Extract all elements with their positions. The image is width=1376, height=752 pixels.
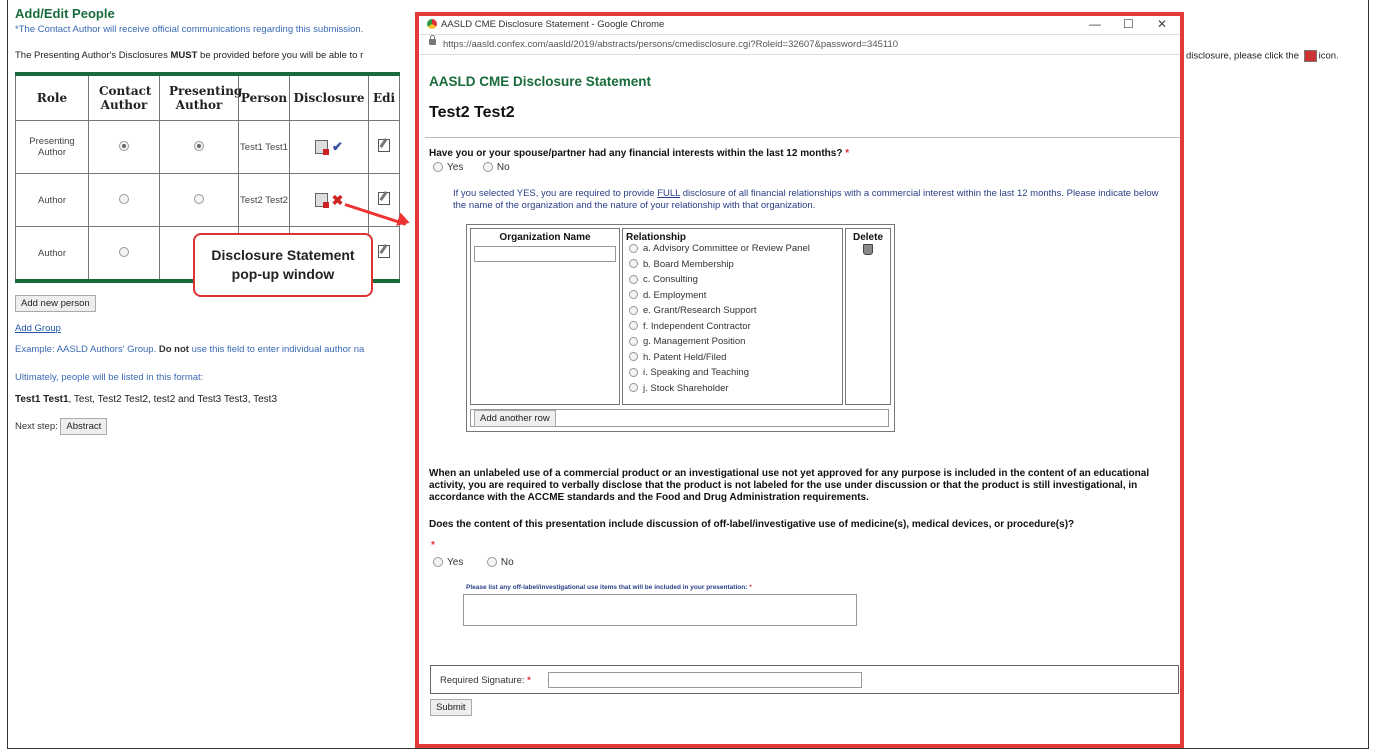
trash-icon[interactable] (863, 244, 873, 255)
offlabel-question: Does the content of this presentation in… (429, 519, 1075, 530)
relationship-option[interactable]: g. Management Position (629, 336, 842, 352)
role-cell: Presenting Author (15, 120, 89, 174)
offlabel-no-radio[interactable] (486, 557, 497, 568)
window-title: AASLD CME Disclosure Statement - Google … (441, 19, 665, 30)
col-edit: Edi (368, 73, 400, 121)
maximize-icon[interactable]: ☐ (1123, 17, 1134, 31)
edit-icon[interactable] (378, 245, 390, 258)
org-name-column: Organization Name (470, 228, 620, 405)
col-person: Person (238, 73, 290, 121)
disclosure-cell: ✔ (289, 120, 369, 174)
disclosure-cell: ✖ (289, 173, 369, 227)
offlabel-list-label: Please list any off-label/investigationa… (466, 584, 752, 591)
edit-icon[interactable] (378, 139, 390, 152)
offlabel-yes-no: Yes No (433, 557, 514, 568)
add-row-button[interactable]: Add another row (474, 410, 556, 427)
popup-callout: Disclosure Statement pop-up window (193, 233, 373, 297)
relationship-option[interactable]: d. Employment (629, 290, 842, 306)
disclosure-popup-window: AASLD CME Disclosure Statement - Google … (415, 12, 1184, 748)
offlabel-items-textarea[interactable] (463, 594, 857, 626)
divider (425, 137, 1180, 138)
financial-yes-radio[interactable] (433, 162, 443, 173)
url-text: https://aasld.confex.com/aasld/2019/abst… (443, 39, 899, 50)
relationship-column: Relationship a. Advisory Committee or Re… (622, 228, 843, 405)
required-marker: * (431, 540, 435, 551)
contact-author-radio[interactable] (88, 120, 160, 174)
disclosure-icon (1303, 50, 1317, 62)
submit-button[interactable]: Submit (430, 699, 472, 716)
role-cell: Author (15, 173, 89, 227)
chrome-icon (427, 19, 437, 29)
presenting-author-radio[interactable] (159, 173, 239, 227)
financial-yes-no: Yes No (433, 162, 510, 173)
table-row: Presenting Author Test1 Test1 ✔ (15, 120, 400, 174)
address-bar[interactable]: https://aasld.confex.com/aasld/2019/abst… (419, 35, 1180, 55)
relationship-option[interactable]: f. Independent Contractor (629, 321, 842, 337)
disclosure-icon[interactable] (315, 140, 330, 155)
relationship-option[interactable]: c. Consulting (629, 274, 842, 290)
signature-row: Required Signature: * (430, 665, 1179, 694)
people-format-text: Test1 Test1, Test, Test2 Test2, test2 an… (15, 394, 278, 405)
table-header-row: Role Contact Author Presenting Author Pe… (15, 73, 400, 121)
person-cell: Test2 Test2 (238, 173, 290, 227)
table-row: Author Test2 Test2 ✖ (15, 173, 400, 227)
edit-icon[interactable] (378, 192, 390, 205)
popup-heading: AASLD CME Disclosure Statement (429, 74, 652, 89)
relationship-option[interactable]: b. Board Membership (629, 259, 842, 275)
full-link[interactable]: FULL (657, 188, 680, 199)
add-person-button[interactable]: Add new person (15, 295, 96, 312)
org-name-input[interactable] (474, 246, 616, 262)
offlabel-yes-radio[interactable] (433, 557, 443, 568)
relationship-table: Organization Name Relationship a. Adviso… (466, 224, 895, 432)
contact-author-radio[interactable] (88, 173, 160, 227)
relationship-option[interactable]: e. Grant/Research Support (629, 305, 842, 321)
person-name: Test2 Test2 (429, 104, 515, 121)
delete-column: Delete (845, 228, 891, 405)
next-step: Next step: Abstract (15, 418, 108, 435)
window-titlebar: AASLD CME Disclosure Statement - Google … (419, 16, 1180, 35)
person-cell: Test1 Test1 (238, 120, 290, 174)
col-presenting-author: Presenting Author (159, 73, 242, 121)
format-intro-text: Ultimately, people will be listed in thi… (15, 372, 204, 383)
disclosure-instructions: If you selected YES, you are required to… (453, 188, 1159, 211)
edit-cell (368, 120, 400, 174)
col-role: Role (15, 73, 89, 121)
x-mark-icon: ✖ (331, 191, 344, 208)
must-note: The Presenting Author's Disclosures MUST… (15, 50, 364, 61)
relationship-option[interactable]: j. Stock Shareholder (629, 383, 842, 399)
close-icon[interactable]: ✕ (1157, 17, 1167, 31)
contact-author-radio[interactable] (88, 226, 160, 282)
role-cell: Author (15, 226, 89, 282)
edit-cell (368, 226, 400, 282)
add-group-link[interactable]: Add Group (15, 323, 61, 334)
lock-icon (429, 35, 436, 45)
presenting-author-radio[interactable] (159, 120, 239, 174)
col-contact-author: Contact Author (88, 73, 160, 121)
col-disclosure: Disclosure (289, 73, 369, 121)
disclosure-help-note: disclosure, please click the icon. (1186, 50, 1339, 62)
offlabel-explanation: When an unlabeled use of a commercial pr… (429, 468, 1150, 503)
page-title: Add/Edit People (15, 6, 115, 21)
minimize-icon[interactable]: — (1089, 17, 1101, 31)
contact-note: *The Contact Author will receive officia… (15, 24, 364, 35)
disclosure-icon[interactable] (314, 193, 329, 208)
abstract-button[interactable]: Abstract (60, 418, 108, 435)
checkmark-icon: ✔ (332, 139, 343, 154)
relationship-option[interactable]: a. Advisory Committee or Review Panel (629, 243, 842, 259)
financial-question: Have you or your spouse/partner had any … (429, 148, 850, 159)
relationship-option[interactable]: h. Patent Held/Filed (629, 352, 842, 368)
financial-no-radio[interactable] (482, 162, 493, 173)
signature-input[interactable] (548, 672, 862, 688)
group-example-text: Example: AASLD Authors' Group. Do not us… (15, 344, 365, 355)
relationship-option[interactable]: i. Speaking and Teaching (629, 367, 842, 383)
